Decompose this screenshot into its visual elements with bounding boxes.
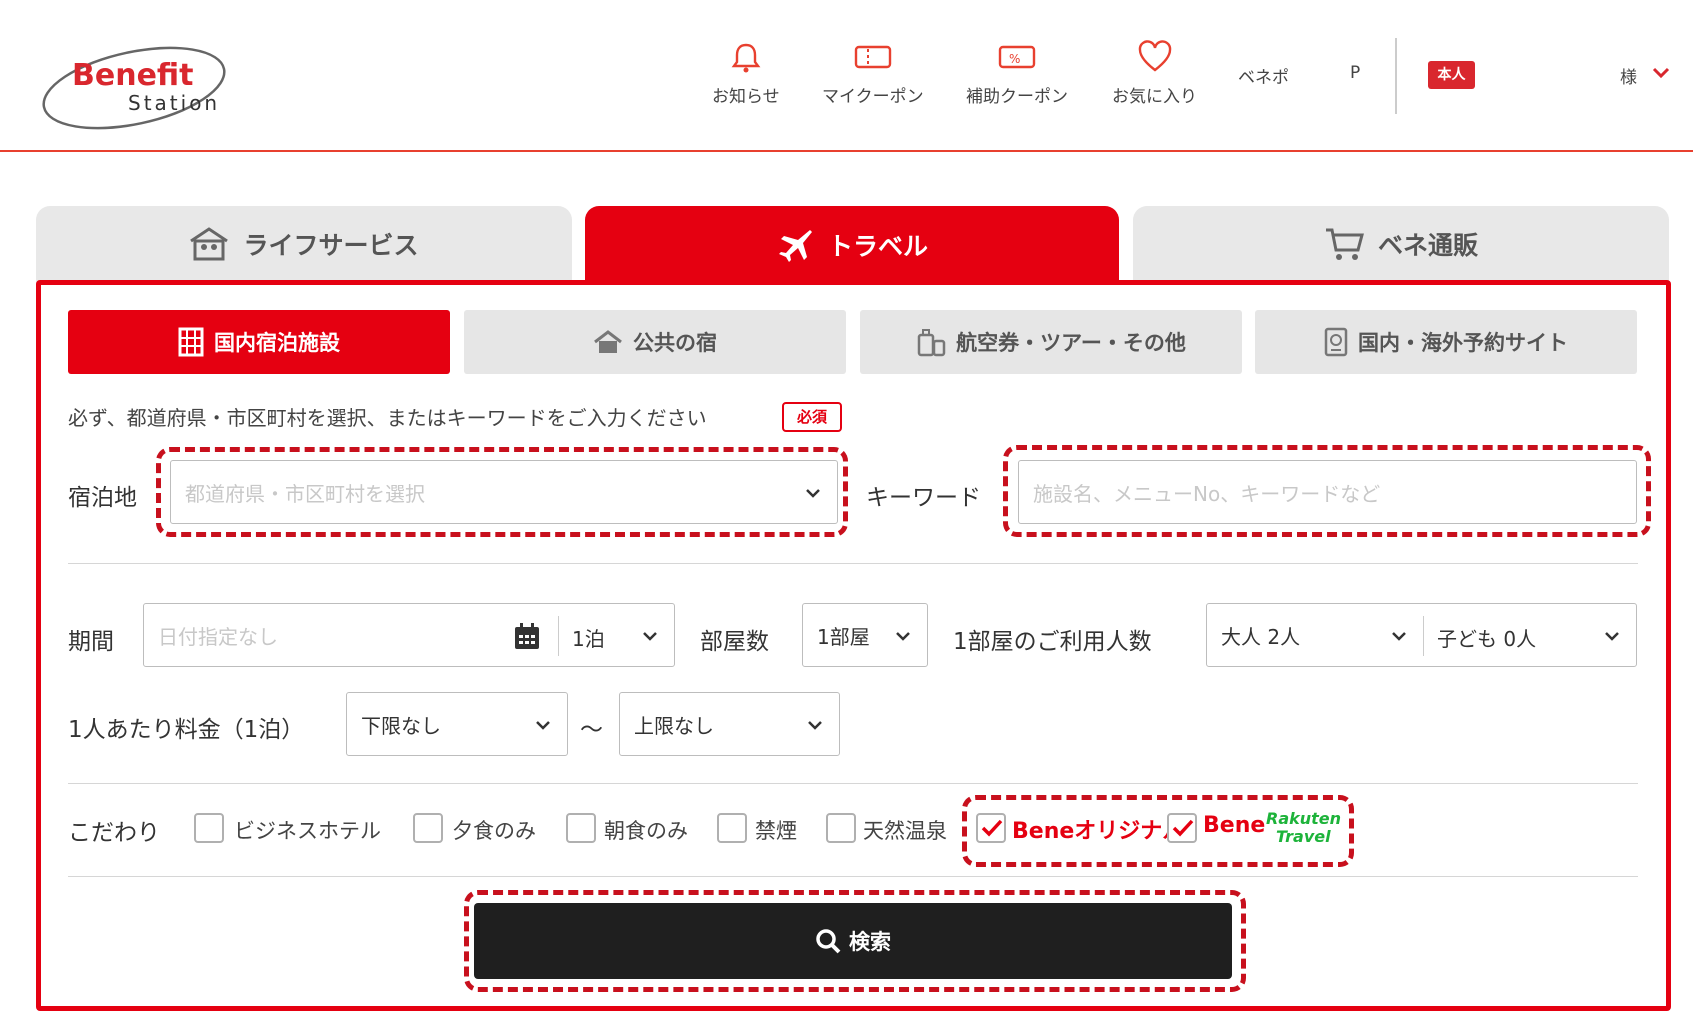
nav-support-coupon[interactable]: % 補助クーポン <box>966 40 1068 107</box>
nav-my-coupon[interactable]: マイクーポン <box>822 40 924 107</box>
nav-my-coupon-label: マイクーポン <box>822 87 924 107</box>
nav-support-coupon-label: 補助クーポン <box>966 87 1068 107</box>
checkbox-dinner-only-label: 夕食のみ <box>452 819 536 843</box>
checkbox-breakfast-only[interactable] <box>566 813 596 843</box>
divider <box>68 563 1638 564</box>
tab-travel-label: トラベル <box>827 232 928 261</box>
airplane-icon <box>778 230 812 262</box>
subtab-booking-sites[interactable]: 国内・海外予約サイト <box>1255 310 1637 374</box>
luggage-icon <box>917 329 946 357</box>
subtab-flights-tours[interactable]: 航空券・ツアー・その他 <box>860 310 1242 374</box>
subtab-public-inn-label: 公共の宿 <box>633 331 717 355</box>
price-min-value: 下限なし <box>361 713 441 738</box>
highlight-bene-checkboxes <box>962 795 1354 867</box>
bell-icon <box>731 43 761 73</box>
period-label: 期間 <box>68 629 114 655</box>
tab-bene-shopping[interactable]: ベネ通販 <box>1133 206 1669 282</box>
children-select[interactable]: 子ども 0人 <box>1437 623 1536 652</box>
cart-icon <box>1325 228 1364 260</box>
passport-icon <box>1324 327 1348 357</box>
checkbox-hot-spring-label: 天然温泉 <box>863 819 947 843</box>
chevron-down-icon <box>808 721 822 730</box>
heart-icon <box>1138 40 1171 72</box>
date-range-field[interactable]: 日付指定なし 1泊 <box>143 603 675 667</box>
price-max-value: 上限なし <box>634 713 714 738</box>
user-name-suffix[interactable]: 様 <box>1620 63 1637 88</box>
subtab-flights-tours-label: 航空券・ツアー・その他 <box>956 331 1186 355</box>
account-type-badge: 本人 <box>1428 61 1475 89</box>
chevron-down-icon <box>1392 632 1406 641</box>
highlight-search-button <box>464 890 1246 992</box>
field-separator <box>1423 616 1424 656</box>
building-icon <box>178 327 204 357</box>
percent-ticket-icon: % <box>998 45 1036 69</box>
calendar-icon[interactable] <box>514 622 540 650</box>
subtab-booking-sites-label: 国内・海外予約サイト <box>1358 331 1568 355</box>
date-placeholder: 日付指定なし <box>158 624 278 649</box>
keyword-label: キーワード <box>866 485 981 511</box>
tab-life-service-label: ライフサービス <box>243 231 419 260</box>
checkbox-breakfast-only-label: 朝食のみ <box>604 819 688 843</box>
guests-field[interactable]: 大人 2人 子ども 0人 <box>1206 603 1637 667</box>
divider <box>68 876 1638 877</box>
house-icon <box>594 330 622 353</box>
nav-news[interactable]: お知らせ <box>712 40 780 107</box>
nav-favorites-label: お気に入り <box>1112 87 1197 107</box>
subtab-public-inn[interactable]: 公共の宿 <box>464 310 846 374</box>
location-label: 宿泊地 <box>68 485 137 511</box>
chevron-down-icon <box>896 632 910 641</box>
rooms-label: 部屋数 <box>700 629 769 655</box>
benefit-station-logo[interactable]: Benefit Station <box>42 30 232 135</box>
svg-text:%: % <box>1009 52 1020 66</box>
highlight-keyword <box>1003 445 1651 537</box>
subtab-domestic-lodging-label: 国内宿泊施設 <box>214 331 340 355</box>
chevron-down-icon <box>643 632 657 641</box>
subtab-domestic-lodging[interactable]: 国内宿泊施設 <box>68 310 450 374</box>
price-max-select[interactable]: 上限なし <box>619 692 840 756</box>
rooms-select[interactable]: 1部屋 <box>802 603 928 667</box>
chevron-down-icon <box>536 721 550 730</box>
chevron-down-icon[interactable] <box>1650 62 1672 84</box>
points-suffix: P <box>1350 63 1361 83</box>
checkbox-business-hotel[interactable] <box>194 813 224 843</box>
header: Benefit Station お知らせ マイクーポン % 補助クーポン お気に… <box>0 0 1693 152</box>
instruction-note: 必ず、都道府県・市区町村を選択、またはキーワードをご入力ください <box>68 406 707 430</box>
checkbox-business-hotel-label: ビジネスホテル <box>234 819 381 843</box>
tab-travel[interactable]: トラベル <box>585 206 1119 284</box>
checkbox-non-smoking-label: 禁煙 <box>755 819 797 843</box>
guests-label: 1部屋のご利用人数 <box>953 629 1152 655</box>
required-badge: 必須 <box>782 402 842 432</box>
nav-favorites[interactable]: お気に入り <box>1112 40 1197 107</box>
adults-select[interactable]: 大人 2人 <box>1221 621 1300 650</box>
price-label: 1人あたり料金（1泊） <box>68 717 305 743</box>
checkbox-hot-spring[interactable] <box>826 813 856 843</box>
checkbox-dinner-only[interactable] <box>413 813 443 843</box>
tab-bene-shopping-label: ベネ通販 <box>1377 231 1478 260</box>
benepo-label[interactable]: ベネポ <box>1238 63 1289 88</box>
range-tilde: ～ <box>580 717 603 743</box>
logo-station-text: Station <box>128 91 220 115</box>
tab-life-service[interactable]: ライフサービス <box>36 206 572 282</box>
highlight-location <box>156 447 848 537</box>
house-people-icon <box>190 227 229 261</box>
checkbox-non-smoking[interactable] <box>717 813 747 843</box>
chevron-down-icon <box>1605 632 1619 641</box>
kodawari-label: こだわり <box>68 820 160 846</box>
rooms-value: 1部屋 <box>817 624 870 649</box>
ticket-icon <box>854 45 892 69</box>
logo-benefit-text: Benefit <box>72 58 194 93</box>
header-divider <box>1395 38 1397 114</box>
nights-select[interactable]: 1泊 <box>572 623 605 652</box>
field-separator <box>558 616 559 656</box>
nav-news-label: お知らせ <box>712 87 780 107</box>
price-min-select[interactable]: 下限なし <box>346 692 568 756</box>
divider <box>68 783 1638 784</box>
